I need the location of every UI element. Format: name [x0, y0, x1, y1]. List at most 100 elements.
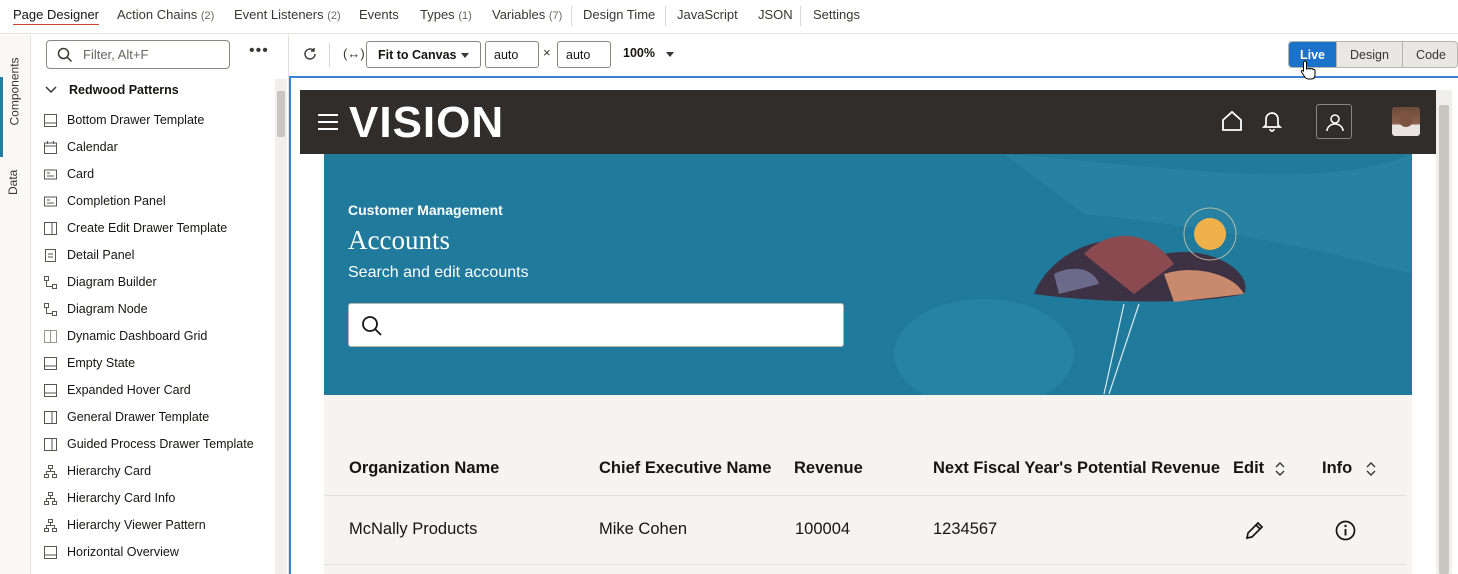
page-title: Accounts	[348, 225, 450, 255]
tab-count: (7)	[548, 10, 563, 22]
sort-icon[interactable]	[1366, 462, 1376, 476]
scrollbar-thumb[interactable]	[277, 91, 285, 137]
tab-count: (2)	[327, 10, 341, 22]
variable-binding-icon[interactable]: (↔)	[343, 46, 365, 61]
cell-ceo: Mike Cohen	[599, 520, 688, 538]
palette-item-label: Hierarchy Card	[67, 464, 152, 478]
tab-label: Action Chains	[117, 7, 198, 22]
hierarchy-icon	[44, 492, 57, 505]
info-icon[interactable]	[1335, 520, 1356, 541]
toolbar-divider	[329, 43, 330, 67]
palette-item-label: Hierarchy Viewer Pattern	[67, 518, 206, 532]
tab-settings[interactable]: Settings	[813, 7, 860, 22]
tab-label: JSON	[758, 7, 793, 22]
tab-label: Page Designer	[13, 7, 99, 22]
tab-label: Event Listeners	[234, 7, 324, 22]
mode-code-button[interactable]: Code	[1402, 42, 1457, 67]
palette-item-label: Guided Process Drawer Template	[67, 437, 254, 451]
search-icon	[57, 47, 73, 63]
bell-icon[interactable]	[1262, 110, 1282, 132]
palette-scrollbar[interactable]	[275, 79, 287, 574]
canvas-scrollbar[interactable]	[1436, 90, 1452, 574]
app-logo: VISION	[349, 98, 505, 147]
column-header-ceo[interactable]: Chief Executive Name	[599, 459, 771, 478]
filter-input[interactable]: Filter, Alt+F	[46, 40, 230, 69]
tab-javascript[interactable]: JavaScript	[677, 7, 738, 22]
palette-item-label: Expanded Hover Card	[67, 383, 191, 397]
palette-item-label: Horizontal Overview	[67, 545, 179, 559]
drawer-icon	[44, 438, 57, 451]
tab-events[interactable]: Events	[359, 7, 399, 22]
tab-divider	[571, 6, 572, 26]
tab-label: Settings	[813, 7, 860, 22]
palette-item-label: Detail Panel	[67, 248, 135, 262]
pencil-icon[interactable]	[1244, 520, 1265, 541]
fit-label: Fit to Canvas	[378, 48, 457, 62]
rail-tab-components[interactable]: Components	[8, 51, 24, 125]
height-input[interactable]: auto	[557, 41, 611, 68]
palette-item-label: Completion Panel	[67, 194, 166, 208]
tab-variables[interactable]: Variables (7)	[492, 7, 562, 22]
tab-json[interactable]: JSON	[758, 7, 793, 22]
width-input[interactable]: auto	[485, 41, 539, 68]
layout-icon	[44, 384, 57, 397]
decorative-illustration	[894, 154, 1412, 395]
cell-next-revenue: 1234567	[933, 520, 998, 538]
header-divider	[324, 495, 1406, 496]
tab-action-chains[interactable]: Action Chains (2)	[117, 7, 214, 22]
dimension-separator: ×	[543, 45, 551, 60]
grid-icon	[44, 330, 57, 343]
column-header-organization[interactable]: Organization Name	[349, 459, 499, 478]
row-divider	[324, 564, 1406, 565]
layout-icon	[44, 546, 57, 559]
palette-item-label: Empty State	[67, 356, 136, 370]
fit-to-canvas-select[interactable]: Fit to Canvas	[366, 41, 481, 68]
diagram-icon	[44, 276, 57, 289]
tab-event-listeners[interactable]: Event Listeners (2)	[234, 7, 341, 22]
rail-tab-data[interactable]: Data	[6, 155, 22, 195]
column-header-edit[interactable]: Edit	[1233, 459, 1264, 478]
hand-cursor-icon	[1300, 60, 1316, 80]
cell-organization: McNally Products	[349, 520, 478, 538]
mode-design-button[interactable]: Design	[1336, 42, 1402, 67]
app-header: VISION	[300, 90, 1436, 154]
home-icon[interactable]	[1221, 110, 1243, 132]
caret-down-icon	[461, 53, 469, 58]
tab-divider	[800, 6, 801, 26]
page-eyebrow: Customer Management	[348, 202, 503, 218]
accounts-table: Organization Name Chief Executive Name R…	[324, 395, 1412, 574]
palette-item-label: General Drawer Template	[67, 410, 210, 424]
tab-types[interactable]: Types (1)	[420, 7, 472, 22]
tab-label: Variables	[492, 7, 546, 22]
avatar[interactable]	[1392, 107, 1420, 136]
refresh-icon[interactable]	[303, 47, 317, 61]
user-menu-button[interactable]	[1316, 104, 1352, 139]
side-rail: Components Data	[0, 35, 31, 574]
palette-item-label: Bottom Drawer Template	[67, 113, 205, 127]
width-value: auto	[494, 48, 519, 62]
page-subtitle: Search and edit accounts	[348, 264, 529, 281]
tab-design-time[interactable]: Design Time	[583, 7, 655, 22]
tab-label: JavaScript	[677, 7, 738, 22]
tab-count: (2)	[200, 10, 215, 22]
tab-label: Types	[420, 7, 455, 22]
more-options-icon[interactable]: •••	[249, 43, 269, 59]
cell-revenue: 100004	[795, 520, 851, 538]
document-icon	[45, 249, 56, 262]
hierarchy-icon	[44, 519, 57, 532]
scrollbar-thumb[interactable]	[1439, 105, 1449, 574]
drawer-icon	[44, 222, 57, 235]
zoom-select[interactable]: 100%	[623, 46, 655, 60]
tab-page-designer[interactable]: Page Designer	[13, 7, 99, 25]
canvas-toolbar: (↔) Fit to Canvas auto × auto 100% Live …	[289, 35, 1458, 75]
column-header-info[interactable]: Info	[1322, 459, 1352, 478]
caret-down-icon[interactable]	[666, 52, 674, 57]
tab-divider	[665, 6, 666, 26]
accounts-search-input[interactable]	[348, 303, 844, 347]
column-header-revenue[interactable]: Revenue	[794, 459, 863, 478]
group-label: Redwood Patterns	[69, 83, 179, 97]
column-header-next-revenue[interactable]: Next Fiscal Year's Potential Revenue	[933, 459, 1220, 478]
sort-icon[interactable]	[1275, 462, 1285, 476]
height-value: auto	[566, 48, 591, 62]
hamburger-menu-icon[interactable]	[318, 114, 338, 135]
